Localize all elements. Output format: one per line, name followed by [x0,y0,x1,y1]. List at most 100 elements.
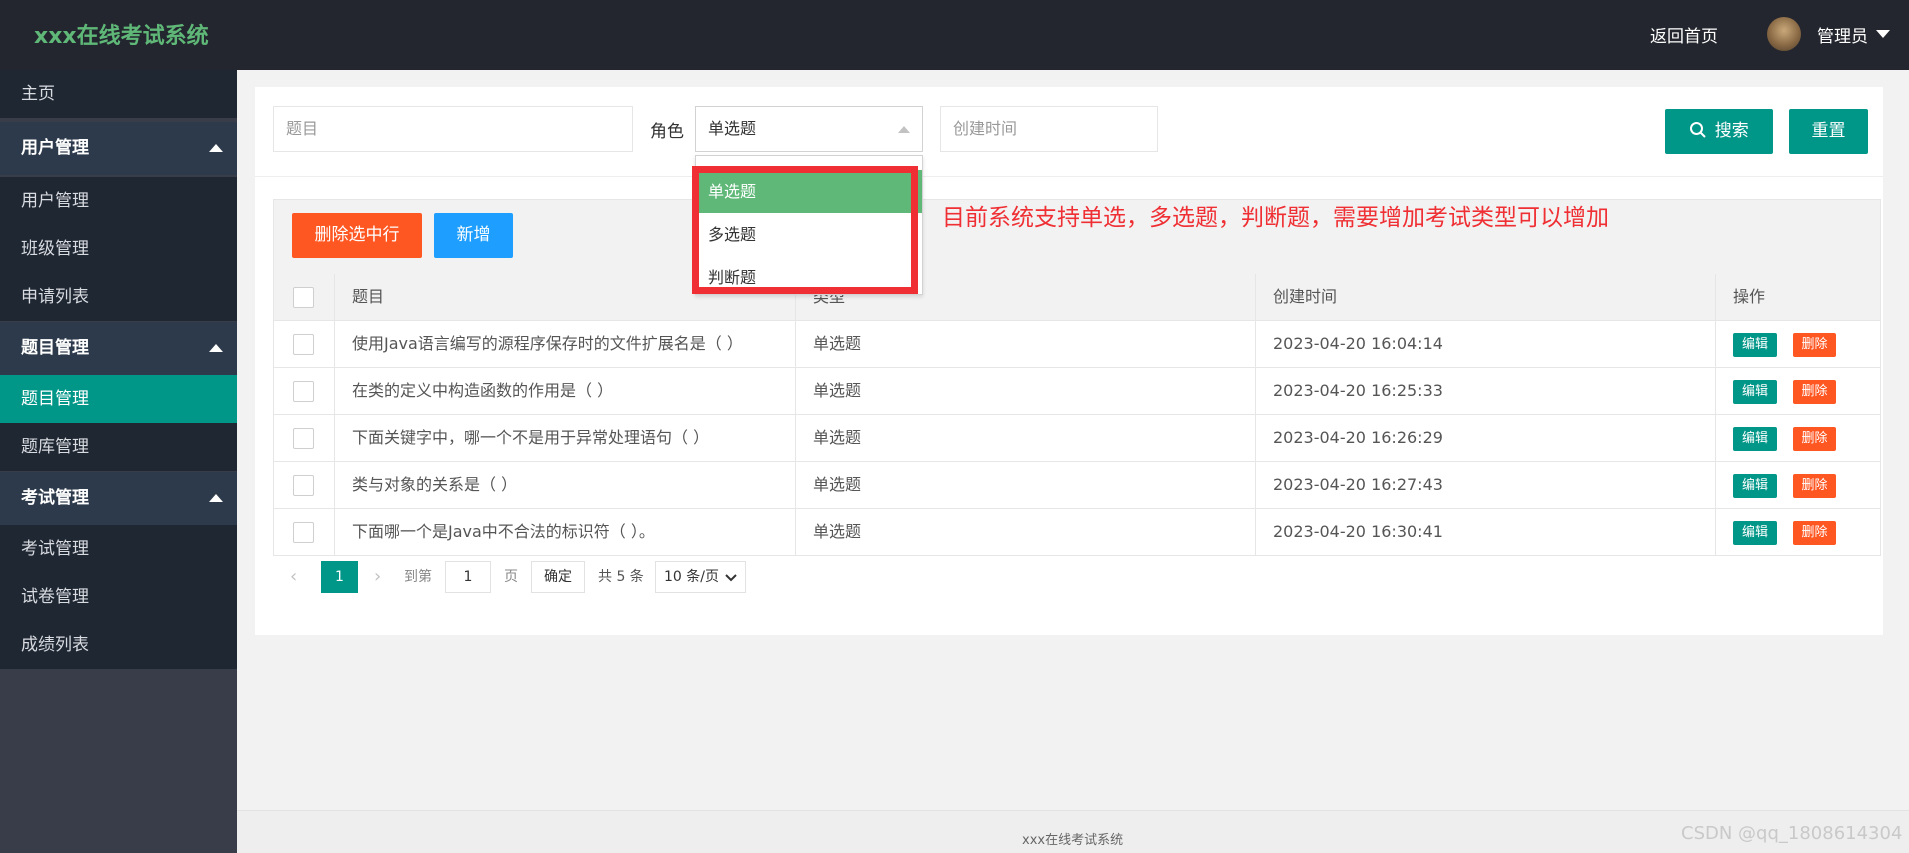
user-name[interactable]: 管理员 [1817,22,1868,47]
sidebar-group-label: 考试管理 [21,488,89,508]
row-type: 单选题 [795,509,1255,555]
role-select[interactable]: 单选题 [695,106,923,152]
sidebar-group-questions[interactable]: 题目管理 [0,322,237,375]
row-type: 单选题 [795,368,1255,414]
sidebar-group-exams[interactable]: 考试管理 [0,472,237,525]
reset-button[interactable]: 重置 [1789,109,1868,154]
watermark: CSDN @qq_1808614304 [1681,823,1903,844]
row-checkbox-cell [274,321,334,367]
row-created: 2023-04-20 16:25:33 [1255,368,1715,414]
row-checkbox-cell [274,462,334,508]
row-checkbox[interactable] [293,381,314,402]
row-title: 类与对象的关系是（ ） [334,462,795,508]
select-all-checkbox[interactable] [293,287,314,308]
row-actions: 编辑 删除 [1715,415,1881,461]
header-checkbox-cell [274,274,334,320]
row-created: 2023-04-20 16:27:43 [1255,462,1715,508]
row-title: 使用Java语言编写的源程序保存时的文件扩展名是（ ） [334,321,795,367]
role-label: 角色 [650,122,684,142]
chevron-up-icon [209,144,223,152]
prev-page-icon[interactable]: ‹ [290,561,297,593]
row-type: 单选题 [795,415,1255,461]
sidebar-group-label: 题目管理 [21,338,89,358]
sidebar-item-question-manage[interactable]: 题目管理 [0,375,237,423]
page-size-select[interactable]: 10 条/页 [655,561,746,593]
edit-button[interactable]: 编辑 [1733,521,1777,545]
highlight-box [692,166,918,294]
row-checkbox[interactable] [293,428,314,449]
row-actions: 编辑 删除 [1715,509,1881,555]
footer-text: xxx在线考试系统 [1022,833,1124,848]
sidebar-item-class-manage[interactable]: 班级管理 [0,225,237,273]
sidebar-item-bank-manage[interactable]: 题库管理 [0,423,237,471]
search-button-label: 搜索 [1714,121,1749,141]
row-type: 单选题 [795,462,1255,508]
title-search-input[interactable]: 题目 [273,106,633,152]
column-header-created[interactable]: 创建时间 [1255,274,1715,320]
row-actions: 编辑 删除 [1715,462,1881,508]
search-icon [1690,122,1707,138]
next-page-icon[interactable]: › [374,561,381,593]
row-title: 下面关键字中，哪一个不是用于异常处理语句（ ） [334,415,795,461]
table-row: 下面关键字中，哪一个不是用于异常处理语句（ ） 单选题 2023-04-20 1… [274,415,1880,462]
sidebar-item-paper-manage[interactable]: 试卷管理 [0,573,237,621]
delete-button[interactable]: 删除 [1793,521,1836,545]
chevron-down-icon [725,574,737,582]
delete-button[interactable]: 删除 [1793,474,1836,498]
row-checkbox[interactable] [293,522,314,543]
created-time-input[interactable]: 创建时间 [940,106,1158,152]
column-header-actions: 操作 [1715,274,1881,320]
total-count: 共 5 条 [598,569,644,585]
row-created: 2023-04-20 16:26:29 [1255,415,1715,461]
table-row: 类与对象的关系是（ ） 单选题 2023-04-20 16:27:43 编辑 删… [274,462,1880,509]
sidebar-item-apply-list[interactable]: 申请列表 [0,273,237,321]
page-unit-label: 页 [504,569,518,585]
delete-selected-button[interactable]: 删除选中行 [292,213,422,258]
delete-button[interactable]: 删除 [1793,427,1836,451]
row-checkbox-cell [274,368,334,414]
table-row: 使用Java语言编写的源程序保存时的文件扩展名是（ ） 单选题 2023-04-… [274,321,1880,368]
row-created: 2023-04-20 16:04:14 [1255,321,1715,367]
row-actions: 编辑 删除 [1715,368,1881,414]
row-actions: 编辑 删除 [1715,321,1881,367]
top-header: xxx在线考试系统 返回首页 管理员 [0,0,1909,70]
sidebar-group-label: 用户管理 [21,138,89,158]
edit-button[interactable]: 编辑 [1733,427,1777,451]
table-header-row: 题目 类型 创建时间 操作 [274,274,1880,321]
row-title: 下面哪一个是Java中不合法的标识符（ ）。 [334,509,795,555]
add-button[interactable]: 新增 [434,213,513,258]
app-logo-title[interactable]: xxx在线考试系统 [34,18,209,50]
row-created: 2023-04-20 16:30:41 [1255,509,1715,555]
chevron-down-icon[interactable] [1876,30,1890,38]
edit-button[interactable]: 编辑 [1733,474,1777,498]
role-select-value: 单选题 [708,119,757,138]
caret-up-icon [898,126,910,133]
table-row: 下面哪一个是Java中不合法的标识符（ ）。 单选题 2023-04-20 16… [274,509,1880,556]
goto-confirm-button[interactable]: 确定 [531,561,585,593]
page-size-value: 10 条/页 [664,569,719,585]
page-1-button[interactable]: 1 [321,561,358,593]
table-row: 在类的定义中构造函数的作用是（ ） 单选题 2023-04-20 16:25:3… [274,368,1880,415]
avatar[interactable] [1767,17,1801,51]
question-table: 题目 类型 创建时间 操作 使用Java语言编写的源程序保存时的文件扩展名是（ … [273,274,1881,556]
home-link[interactable]: 返回首页 [1650,22,1718,47]
sidebar-item-exam-manage[interactable]: 考试管理 [0,525,237,573]
goto-label: 到第 [404,569,432,585]
annotation-text: 目前系统支持单选，多选题，判断题，需要增加考试类型可以增加 [942,205,1609,231]
goto-page-input[interactable]: 1 [445,561,491,593]
delete-button[interactable]: 删除 [1793,333,1836,357]
sidebar-item-score-list[interactable]: 成绩列表 [0,621,237,669]
search-button[interactable]: 搜索 [1665,109,1773,154]
row-title: 在类的定义中构造函数的作用是（ ） [334,368,795,414]
edit-button[interactable]: 编辑 [1733,333,1777,357]
sidebar-item-user-manage[interactable]: 用户管理 [0,177,237,225]
sidebar-item-home[interactable]: 主页 [0,70,237,118]
chevron-up-icon [209,494,223,502]
edit-button[interactable]: 编辑 [1733,380,1777,404]
sidebar-group-users[interactable]: 用户管理 [0,122,237,175]
row-checkbox[interactable] [293,334,314,355]
delete-button[interactable]: 删除 [1793,380,1836,404]
divider [255,176,1883,177]
chevron-up-icon [209,344,223,352]
row-checkbox[interactable] [293,475,314,496]
